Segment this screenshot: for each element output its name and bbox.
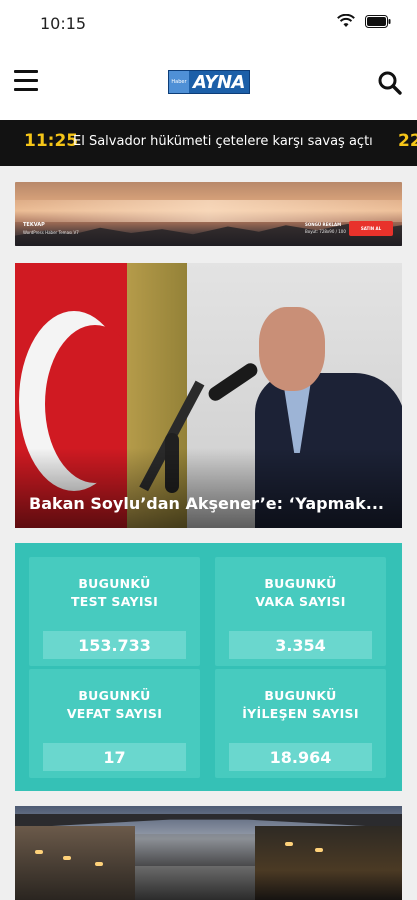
stat-label-line1: BUGUNKÜ [264,576,337,591]
status-bar: 10:15 [0,0,417,48]
station-interior-image [255,826,402,900]
stat-value: 17 [103,747,126,767]
stat-label: BUGUNKÜ İYİLEŞEN SAYISI [215,687,386,723]
stat-value-box: 17 [43,743,186,771]
search-icon[interactable] [377,70,403,96]
stat-label-line2: VEFAT SAYISI [66,706,163,721]
covid-stats-panel: BUGUNKÜ TEST SAYISI 153.733 BUGUNKÜ VAKA… [15,543,402,791]
status-time: 10:15 [40,14,87,33]
wifi-icon [337,14,355,27]
status-icons [337,14,391,28]
headline-news-card[interactable]: Bakan Soylu’dan Akşener’e: ‘Yapmak... [15,263,402,528]
stat-card-test: BUGUNKÜ TEST SAYISI 153.733 [29,557,200,666]
site-logo[interactable]: Haber AYNA [168,70,250,94]
stat-label-line2: İYİLEŞEN SAYISI [242,706,359,721]
ad-left-subtitle: WordPress Haber Teması V7 [23,230,79,235]
stat-label-line1: BUGUNKÜ [264,688,337,703]
stat-label-line2: VAKA SAYISI [255,594,346,609]
news-card-image[interactable] [15,806,402,900]
ad-left-title: TEKVAP [23,222,45,228]
hamburger-menu-icon[interactable] [14,70,38,92]
station-platform-image [15,826,135,900]
news-ticker[interactable]: 11:25 El Salvador hükümeti çetelere karş… [0,120,417,166]
stat-label: BUGUNKÜ VEFAT SAYISI [29,687,200,723]
stat-label-line1: BUGUNKÜ [78,688,151,703]
app-header: Haber AYNA [0,48,417,120]
ticker-next-time: 22 [398,131,417,151]
stat-label-line1: BUGUNKÜ [78,576,151,591]
stat-card-death: BUGUNKÜ VEFAT SAYISI 17 [29,669,200,778]
stat-value: 18.964 [269,747,332,767]
stat-value-box: 153.733 [43,631,186,659]
ad-right-subtitle: Boyut: 728x90 / 100 [305,229,346,234]
ad-right-title: SONGÜ REKLAM [305,222,342,227]
headline-title[interactable]: Bakan Soylu’dan Akşener’e: ‘Yapmak... [29,494,384,513]
stat-value: 3.354 [275,635,326,655]
stat-label: BUGUNKÜ TEST SAYISI [29,575,200,611]
stat-value-box: 18.964 [229,743,372,771]
stat-card-recovered: BUGUNKÜ İYİLEŞEN SAYISI 18.964 [215,669,386,778]
ticker-headline[interactable]: El Salvador hükümeti çetelere karşı sava… [73,134,373,149]
logo-small-text: Haber [169,71,189,93]
ad-buy-button[interactable]: SATIN AL [349,221,393,236]
stat-value: 153.733 [78,635,151,655]
stat-value-box: 3.354 [229,631,372,659]
stat-label-line2: TEST SAYISI [70,594,159,609]
stat-label: BUGUNKÜ VAKA SAYISI [215,575,386,611]
ad-banner[interactable]: TEKVAP WordPress Haber Teması V7 SONGÜ R… [15,182,402,246]
logo-main-text: AYNA [193,71,245,93]
ticker-time: 11:25 [24,131,79,151]
stat-card-case: BUGUNKÜ VAKA SAYISI 3.354 [215,557,386,666]
battery-icon [365,14,391,28]
